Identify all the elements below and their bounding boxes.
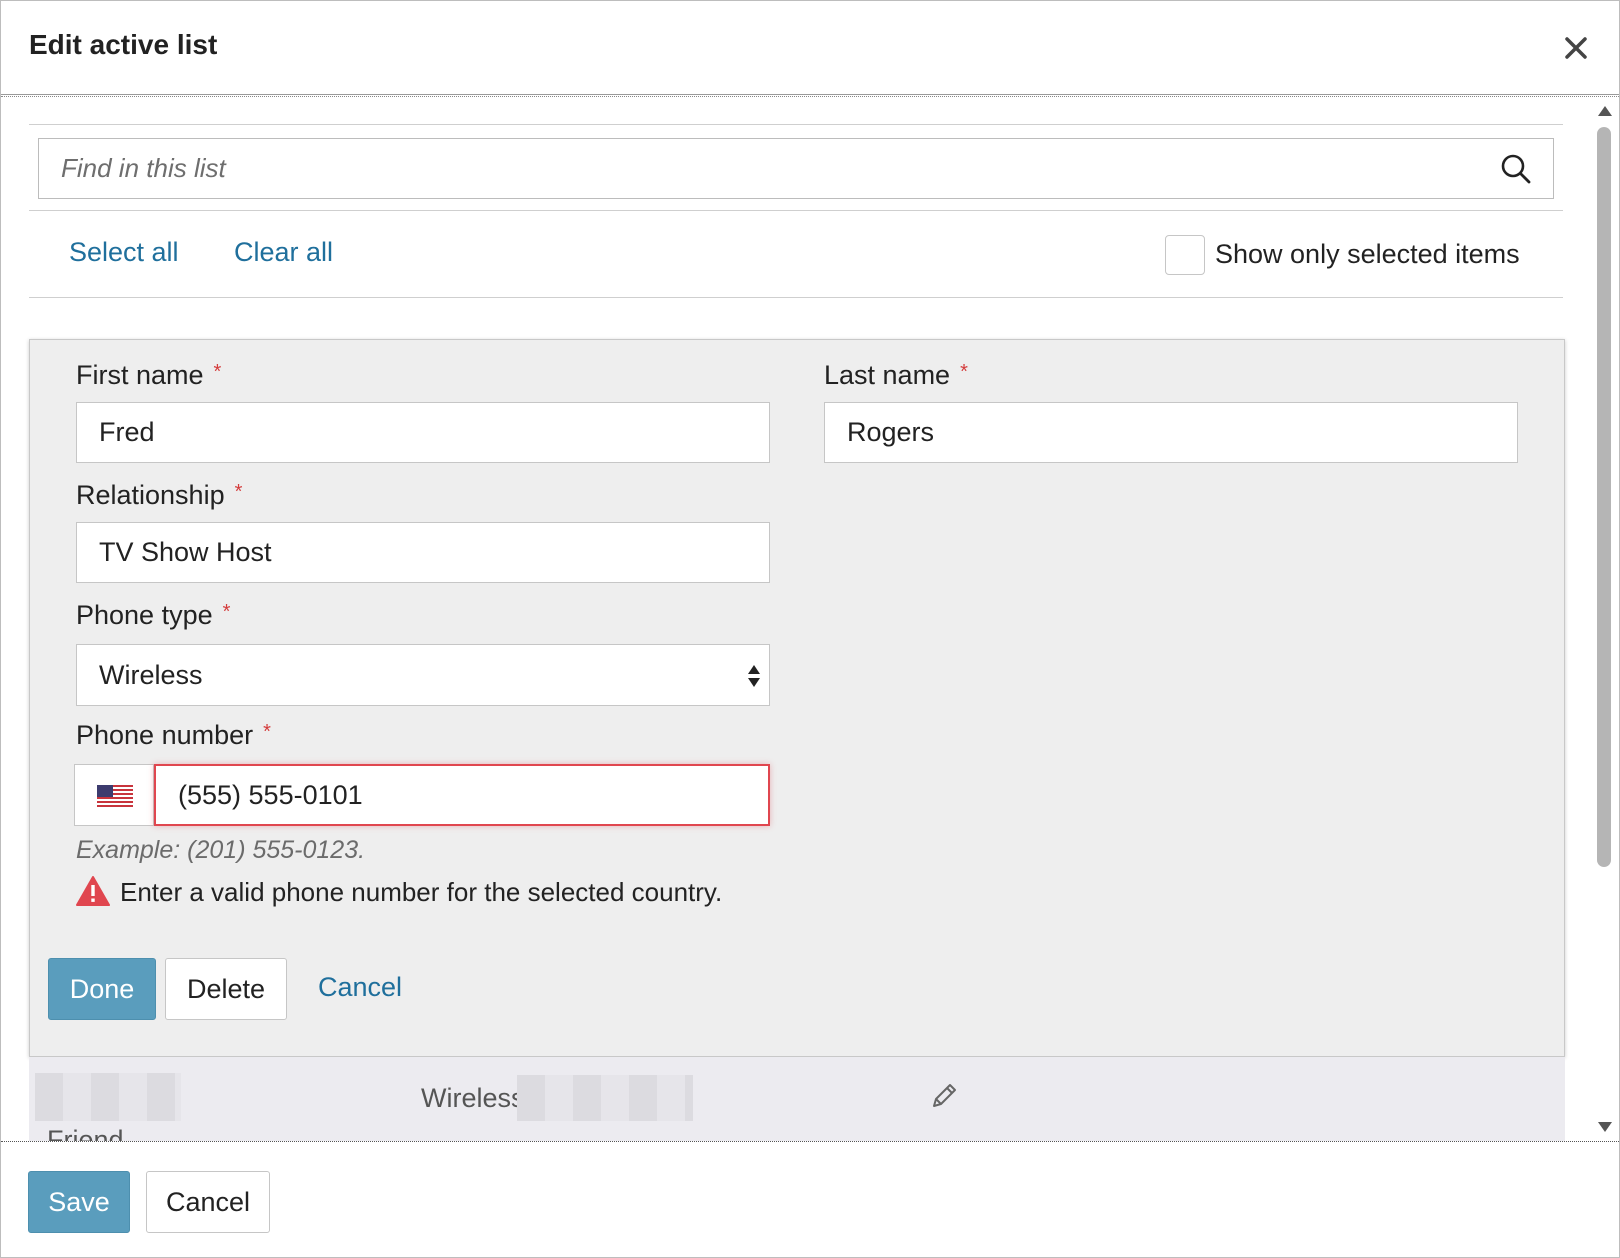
select-arrows-icon	[748, 665, 760, 687]
divider	[29, 124, 1563, 125]
first-name-label: First name *	[76, 360, 221, 391]
edit-active-list-dialog: Edit active list Select all Clear all Sh…	[0, 0, 1620, 1258]
dialog-footer: Save Cancel	[1, 1143, 1619, 1257]
phone-number-label: Phone number *	[76, 720, 271, 751]
divider	[29, 297, 1563, 298]
required-marker: *	[960, 361, 968, 383]
required-marker: *	[213, 361, 222, 383]
vertical-scrollbar[interactable]	[1593, 97, 1617, 1141]
last-name-input[interactable]	[824, 402, 1518, 463]
show-only-selected-checkbox[interactable]	[1165, 235, 1205, 275]
us-flag-icon	[97, 785, 133, 807]
save-button[interactable]: Save	[28, 1171, 130, 1233]
first-name-label-text: First name	[76, 360, 204, 390]
last-name-label-text: Last name	[824, 360, 951, 390]
dialog-title: Edit active list	[29, 29, 218, 60]
divider	[29, 210, 1563, 211]
relationship-label: Relationship *	[76, 480, 242, 511]
scroll-down-arrow-icon[interactable]	[1597, 1121, 1613, 1133]
list-scroll-area[interactable]: Select all Clear all Show only selected …	[1, 96, 1619, 1142]
required-marker: *	[234, 481, 243, 503]
close-icon	[1565, 37, 1587, 59]
show-only-selected-label: Show only selected items	[1215, 239, 1520, 269]
required-marker: *	[263, 721, 271, 743]
search-icon[interactable]	[1499, 152, 1533, 186]
clear-all-link[interactable]: Clear all	[234, 237, 333, 268]
required-marker: *	[222, 601, 231, 623]
relationship-label-text: Relationship	[76, 480, 225, 510]
select-all-link[interactable]: Select all	[69, 237, 179, 268]
search-field[interactable]	[38, 138, 1554, 199]
phone-type-select[interactable]: Wireless	[76, 644, 770, 706]
last-name-label: Last name *	[824, 360, 968, 391]
relationship-input[interactable]	[76, 522, 770, 583]
list-item-relationship: Friend	[47, 1125, 124, 1142]
cancel-edit-link[interactable]: Cancel	[318, 972, 402, 1003]
delete-button[interactable]: Delete	[165, 958, 287, 1020]
first-name-input[interactable]	[76, 402, 770, 463]
warning-icon	[76, 876, 110, 906]
redacted-name	[35, 1073, 181, 1121]
search-input[interactable]	[39, 139, 1479, 198]
phone-number-error-text: Enter a valid phone number for the selec…	[120, 877, 723, 907]
phone-type-label-text: Phone type	[76, 600, 213, 630]
scroll-up-arrow-icon[interactable]	[1597, 105, 1613, 117]
phone-type-label: Phone type *	[76, 600, 230, 631]
phone-number-hint: Example: (201) 555-0123.	[76, 836, 366, 864]
phone-number-label-text: Phone number	[76, 720, 254, 750]
cancel-button[interactable]: Cancel	[146, 1171, 270, 1233]
list-item[interactable]: Wireless: Friend	[29, 1057, 1565, 1142]
redacted-phone-number	[517, 1075, 693, 1121]
done-button[interactable]: Done	[48, 958, 156, 1020]
phone-number-input[interactable]	[154, 764, 770, 826]
country-selector[interactable]	[74, 764, 154, 826]
list-item-phone-type: Wireless:	[421, 1083, 533, 1113]
dialog-header: Edit active list	[1, 1, 1619, 95]
edit-item-panel: First name * Last name * Relationship * Pho…	[29, 339, 1565, 1057]
phone-type-selected-value: Wireless	[99, 660, 203, 690]
scrollbar-thumb[interactable]	[1597, 127, 1611, 867]
pencil-icon[interactable]	[927, 1079, 961, 1113]
close-button[interactable]	[1559, 31, 1593, 65]
